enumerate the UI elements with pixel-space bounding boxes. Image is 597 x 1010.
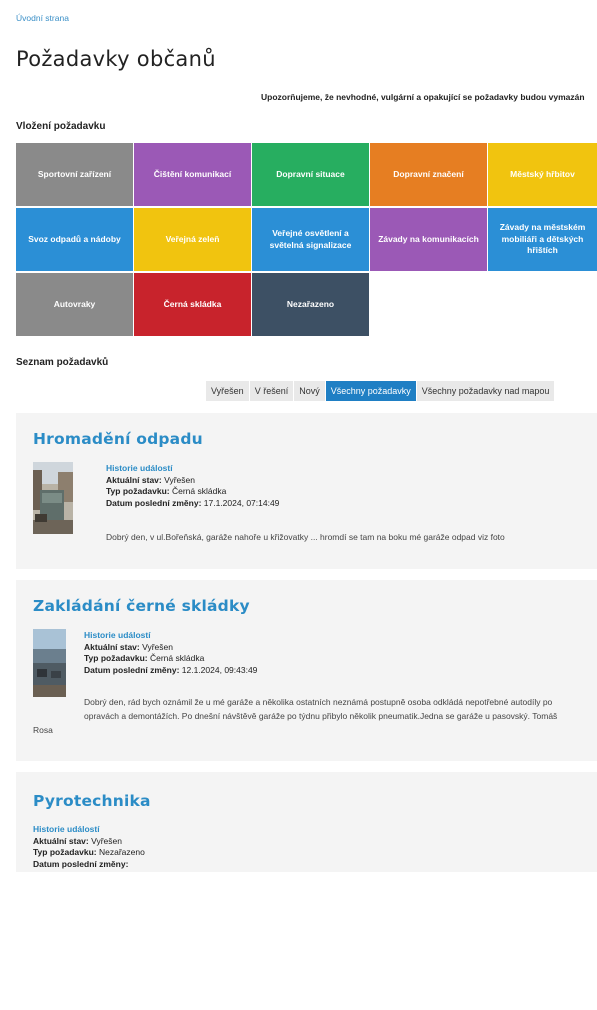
category-tile-mestsky-hrbitov[interactable]: Městský hřbitov — [488, 143, 597, 206]
changed-value: 17.1.2024, 07:14:49 — [203, 497, 280, 508]
tab-novy[interactable]: Nový — [294, 381, 325, 401]
state-label: Aktuální stav: — [33, 835, 89, 846]
page: Úvodní strana Požadavky občanů Upozorňuj… — [0, 0, 597, 872]
type-label: Typ požadavku: — [84, 653, 148, 663]
history-link[interactable]: Historie událostí — [106, 463, 279, 475]
request-description-line-3: Rosa — [33, 725, 53, 735]
category-tile-cerna-skladka[interactable]: Černá skládka — [134, 273, 251, 336]
type-value: Černá skládka — [149, 653, 205, 663]
state-value: Vyřešen — [142, 641, 173, 652]
request-photo[interactable] — [33, 462, 73, 534]
changed-label: Datum poslední změny: — [84, 664, 180, 675]
request-description-line-2: opravách a demontážích. Po dnešní návště… — [84, 711, 558, 721]
notice-text: Upozorňujeme, že nevhodné, vulgární a op… — [261, 92, 585, 102]
category-tile-autovraky[interactable]: Autovraky — [16, 273, 133, 336]
request-card: Pyrotechnika Historie událostí Aktuální … — [16, 772, 597, 872]
tab-vsechny-pozadavky[interactable]: Všechny požadavky — [325, 381, 416, 401]
changed-label: Datum poslední změny: — [106, 497, 202, 508]
state-value: Vyřešen — [164, 474, 195, 485]
insert-section-heading: Vložení požadavku — [16, 121, 106, 132]
changed-value: 12.1.2024, 09:43:49 — [181, 664, 258, 675]
changed-label: Datum poslední změny: — [33, 858, 129, 869]
category-tile-verejna-zelen[interactable]: Veřejná zeleň — [134, 208, 251, 271]
list-section-heading: Seznam požadavků — [16, 357, 109, 368]
request-meta: Historie událostí Aktuální stav: Vyřešen… — [33, 824, 145, 870]
tab-vyresen[interactable]: Vyřešen — [206, 381, 249, 401]
type-value: Černá skládka — [171, 486, 227, 496]
request-card: Hromadění odpadu Historie událostí Aktuá… — [16, 413, 597, 569]
request-title[interactable]: Zakládání černé skládky — [33, 597, 250, 615]
type-label: Typ požadavku: — [33, 847, 97, 857]
request-description-line-1: Dobrý den, rád bych oznámil že u mé gará… — [84, 697, 553, 707]
category-tile-dopravni-znaceni[interactable]: Dopravní značení — [370, 143, 487, 206]
history-link[interactable]: Historie událostí — [33, 824, 145, 836]
request-title[interactable]: Hromadění odpadu — [33, 430, 203, 448]
state-label: Aktuální stav: — [106, 474, 162, 485]
status-tabs: Vyřešen V řešení Nový Všechny požadavky … — [206, 381, 555, 401]
state-value: Vyřešen — [91, 835, 122, 846]
type-label: Typ požadavku: — [106, 486, 170, 496]
category-tile-sportovni-zarizeni[interactable]: Sportovní zařízení — [16, 143, 133, 206]
type-value: Nezařazeno — [98, 847, 145, 857]
tab-vsechny-pozadavky-nad-mapou[interactable]: Všechny požadavky nad mapou — [416, 381, 555, 401]
category-tile-dopravni-situace[interactable]: Dopravní situace — [252, 143, 369, 206]
request-meta: Historie událostí Aktuální stav: Vyřešen… — [84, 630, 257, 676]
request-title[interactable]: Pyrotechnika — [33, 792, 151, 810]
category-tile-zavady-na-komunikacich[interactable]: Závady na komunikacích — [370, 208, 487, 271]
state-label: Aktuální stav: — [84, 641, 140, 652]
category-tile-zavady-na-mobiliari[interactable]: Závady na městském mobiliáři a dětských … — [488, 208, 597, 271]
request-card: Zakládání černé skládky Historie událost… — [16, 580, 597, 761]
category-tile-cisteni-komunikaci[interactable]: Čištění komunikací — [134, 143, 251, 206]
request-photo[interactable] — [33, 629, 66, 697]
request-description: Dobrý den, v ul.Bořeňská, garáže nahoře … — [106, 532, 505, 542]
request-meta: Historie událostí Aktuální stav: Vyřešen… — [106, 463, 279, 509]
category-tile-verejne-osvetleni[interactable]: Veřejné osvětlení a světelná signalizace — [252, 208, 369, 271]
history-link[interactable]: Historie událostí — [84, 630, 257, 642]
breadcrumb-home[interactable]: Úvodní strana — [16, 13, 69, 23]
category-tile-nezarazeno[interactable]: Nezařazeno — [252, 273, 369, 336]
tab-v-reseni[interactable]: V řešení — [249, 381, 294, 401]
category-tile-svoz-odpadu[interactable]: Svoz odpadů a nádoby — [16, 208, 133, 271]
page-title: Požadavky občanů — [16, 47, 216, 71]
